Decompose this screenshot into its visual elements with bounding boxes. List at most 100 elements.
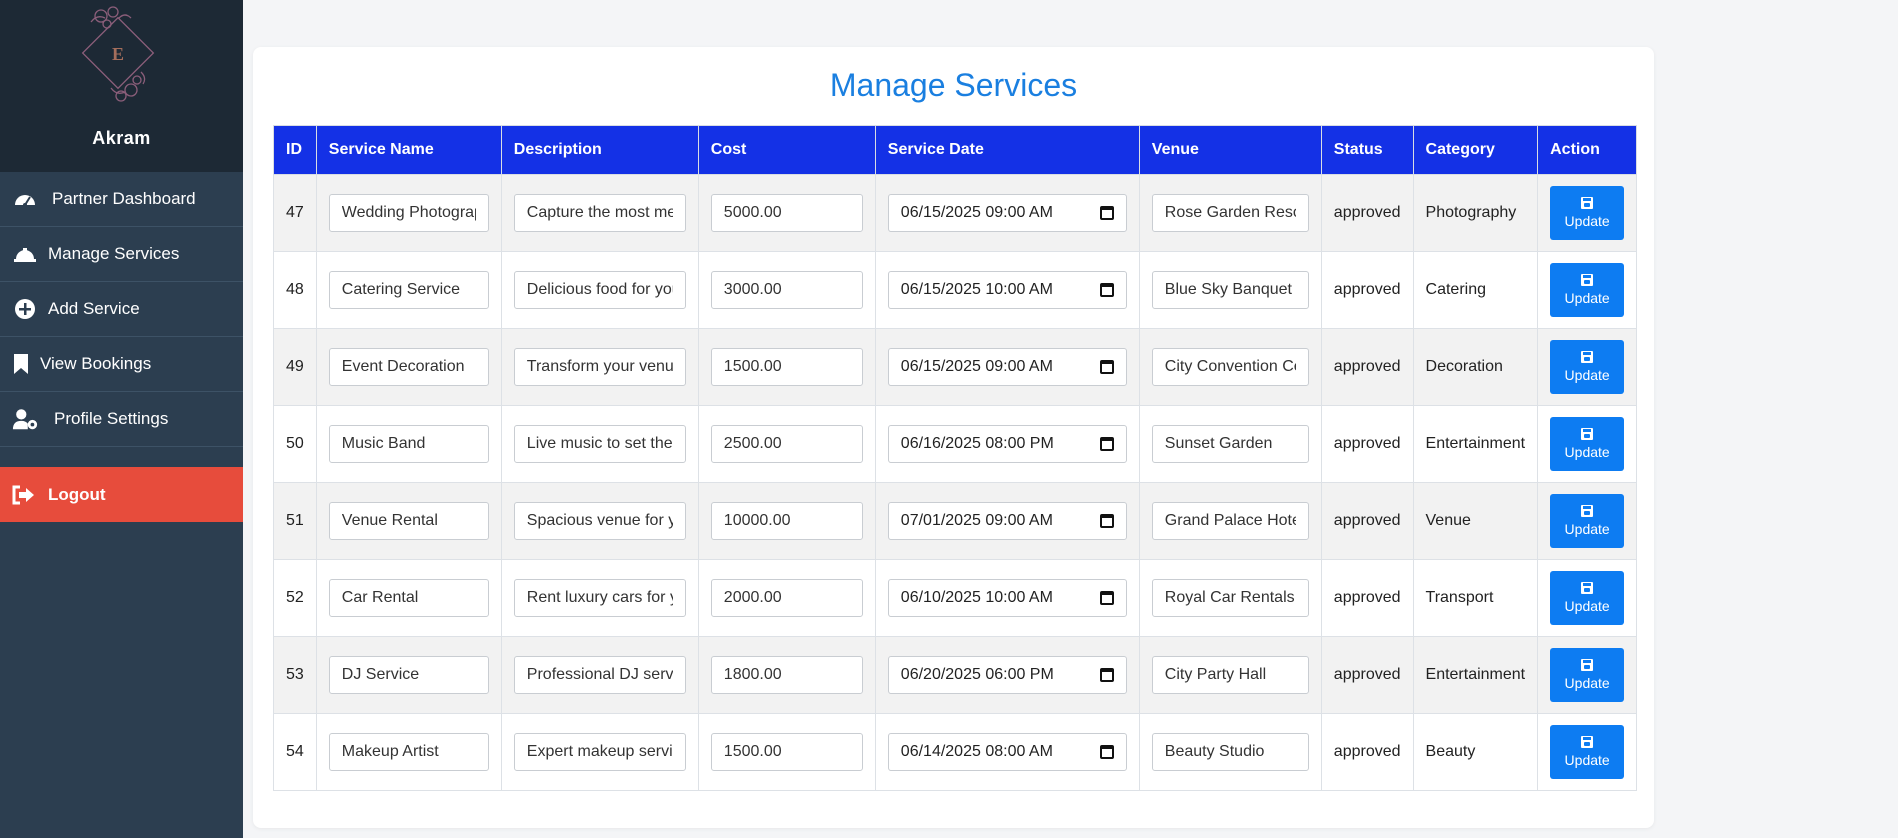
cost-input[interactable] <box>710 425 863 463</box>
venue-input[interactable] <box>1151 348 1309 386</box>
service-id: 51 <box>273 482 317 560</box>
venue-input[interactable] <box>1151 502 1309 540</box>
save-icon <box>1581 428 1594 440</box>
save-icon <box>1581 197 1594 209</box>
description-input[interactable] <box>513 271 686 309</box>
sidebar-item-label: Add Service <box>48 299 140 318</box>
sidebar-item-partner-dashboard[interactable]: Partner Dashboard <box>0 172 243 227</box>
service-date-value: 06/16/2025 08:00 PM <box>900 435 1054 452</box>
save-icon <box>1581 505 1594 517</box>
update-button[interactable]: Update <box>1550 186 1625 240</box>
service-name-input[interactable] <box>328 425 489 463</box>
service-name-input[interactable] <box>328 579 489 617</box>
service-name-input[interactable] <box>328 656 489 694</box>
description-input[interactable] <box>513 194 686 232</box>
update-button[interactable]: Update <box>1550 648 1625 702</box>
service-name-input[interactable] <box>328 733 489 771</box>
table-row: 49 06/15/2025 09:00 AM approvedDecoration U… <box>273 328 1638 406</box>
service-date-input[interactable]: 06/15/2025 09:00 AM <box>887 194 1127 232</box>
category-text: Catering <box>1412 251 1539 329</box>
sidebar-item-profile-settings[interactable]: Profile Settings <box>0 392 243 447</box>
service-name-input[interactable] <box>328 502 489 540</box>
update-button[interactable]: Update <box>1550 494 1625 548</box>
status-text: approved <box>1320 482 1414 560</box>
calendar-icon[interactable] <box>1099 668 1114 682</box>
description-input[interactable] <box>513 579 686 617</box>
service-date-value: 06/20/2025 06:00 PM <box>900 666 1054 683</box>
service-name-input[interactable] <box>328 271 489 309</box>
cost-input[interactable] <box>710 502 863 540</box>
update-label: Update <box>1564 367 1610 383</box>
sidebar-item-view-bookings[interactable]: View Bookings <box>0 337 243 392</box>
sidebar-item-add-service[interactable]: Add Service <box>0 282 243 337</box>
update-button[interactable]: Update <box>1550 417 1625 471</box>
calendar-icon[interactable] <box>1099 360 1114 374</box>
service-id: 49 <box>273 328 317 406</box>
service-date-input[interactable]: 06/10/2025 10:00 AM <box>887 579 1127 617</box>
service-name-input[interactable] <box>328 348 489 386</box>
category-text: Beauty <box>1412 713 1539 791</box>
description-input[interactable] <box>513 502 686 540</box>
cost-input[interactable] <box>710 271 863 309</box>
category-text: Entertainment <box>1412 636 1539 714</box>
save-icon <box>1581 736 1594 748</box>
service-date-value: 06/15/2025 10:00 AM <box>900 281 1053 298</box>
service-date-input[interactable]: 06/16/2025 08:00 PM <box>887 425 1127 463</box>
table-row: 50 06/16/2025 08:00 PM approvedEntertainme… <box>273 405 1638 483</box>
table-row: 51 07/01/2025 09:00 AM approvedVenue Update <box>273 482 1638 560</box>
cost-input[interactable] <box>710 733 863 771</box>
venue-input[interactable] <box>1151 733 1309 771</box>
service-date-input[interactable]: 06/15/2025 10:00 AM <box>887 271 1127 309</box>
description-input[interactable] <box>513 348 686 386</box>
venue-input[interactable] <box>1151 425 1309 463</box>
partner-name: Akram <box>92 128 151 148</box>
description-input[interactable] <box>513 425 686 463</box>
venue-input[interactable] <box>1151 271 1309 309</box>
calendar-icon[interactable] <box>1099 437 1114 451</box>
column-header: Cost <box>697 125 876 175</box>
description-input[interactable] <box>513 656 686 694</box>
update-label: Update <box>1564 752 1610 768</box>
calendar-icon[interactable] <box>1099 745 1114 759</box>
calendar-icon[interactable] <box>1099 514 1114 528</box>
category-text: Transport <box>1412 559 1539 637</box>
cost-input[interactable] <box>710 656 863 694</box>
save-icon <box>1581 351 1594 363</box>
table-row: 47 06/15/2025 09:00 AM approvedPhotography… <box>273 174 1638 252</box>
service-bell-icon <box>12 241 38 267</box>
description-input[interactable] <box>513 733 686 771</box>
service-date-value: 07/01/2025 09:00 AM <box>900 512 1053 529</box>
service-date-input[interactable]: 06/14/2025 08:00 AM <box>887 733 1127 771</box>
table-row: 48 06/15/2025 10:00 AM approvedCatering Upd… <box>273 251 1638 329</box>
venue-input[interactable] <box>1151 194 1309 232</box>
category-text: Venue <box>1412 482 1539 560</box>
calendar-icon[interactable] <box>1099 206 1114 220</box>
venue-input[interactable] <box>1151 579 1309 617</box>
cost-input[interactable] <box>710 348 863 386</box>
column-header: Service Date <box>874 125 1140 175</box>
update-button[interactable]: Update <box>1550 571 1625 625</box>
service-date-input[interactable]: 06/20/2025 06:00 PM <box>887 656 1127 694</box>
cost-input[interactable] <box>710 194 863 232</box>
logout-button[interactable]: Logout <box>0 467 243 522</box>
cost-input[interactable] <box>710 579 863 617</box>
column-header: Description <box>500 125 699 175</box>
sidebar-item-manage-services[interactable]: Manage Services <box>0 227 243 282</box>
status-text: approved <box>1320 328 1414 406</box>
plus-circle-icon <box>12 296 38 322</box>
category-text: Photography <box>1412 174 1539 252</box>
update-label: Update <box>1564 444 1610 460</box>
service-date-input[interactable]: 07/01/2025 09:00 AM <box>887 502 1127 540</box>
update-button[interactable]: Update <box>1550 263 1625 317</box>
calendar-icon[interactable] <box>1099 591 1114 605</box>
calendar-icon[interactable] <box>1099 283 1114 297</box>
category-text: Entertainment <box>1412 405 1539 483</box>
service-date-input[interactable]: 06/15/2025 09:00 AM <box>887 348 1127 386</box>
status-text: approved <box>1320 174 1414 252</box>
bookmark-icon <box>12 351 30 377</box>
service-name-input[interactable] <box>328 194 489 232</box>
update-button[interactable]: Update <box>1550 725 1625 779</box>
save-icon <box>1581 659 1594 671</box>
update-button[interactable]: Update <box>1550 340 1625 394</box>
venue-input[interactable] <box>1151 656 1309 694</box>
